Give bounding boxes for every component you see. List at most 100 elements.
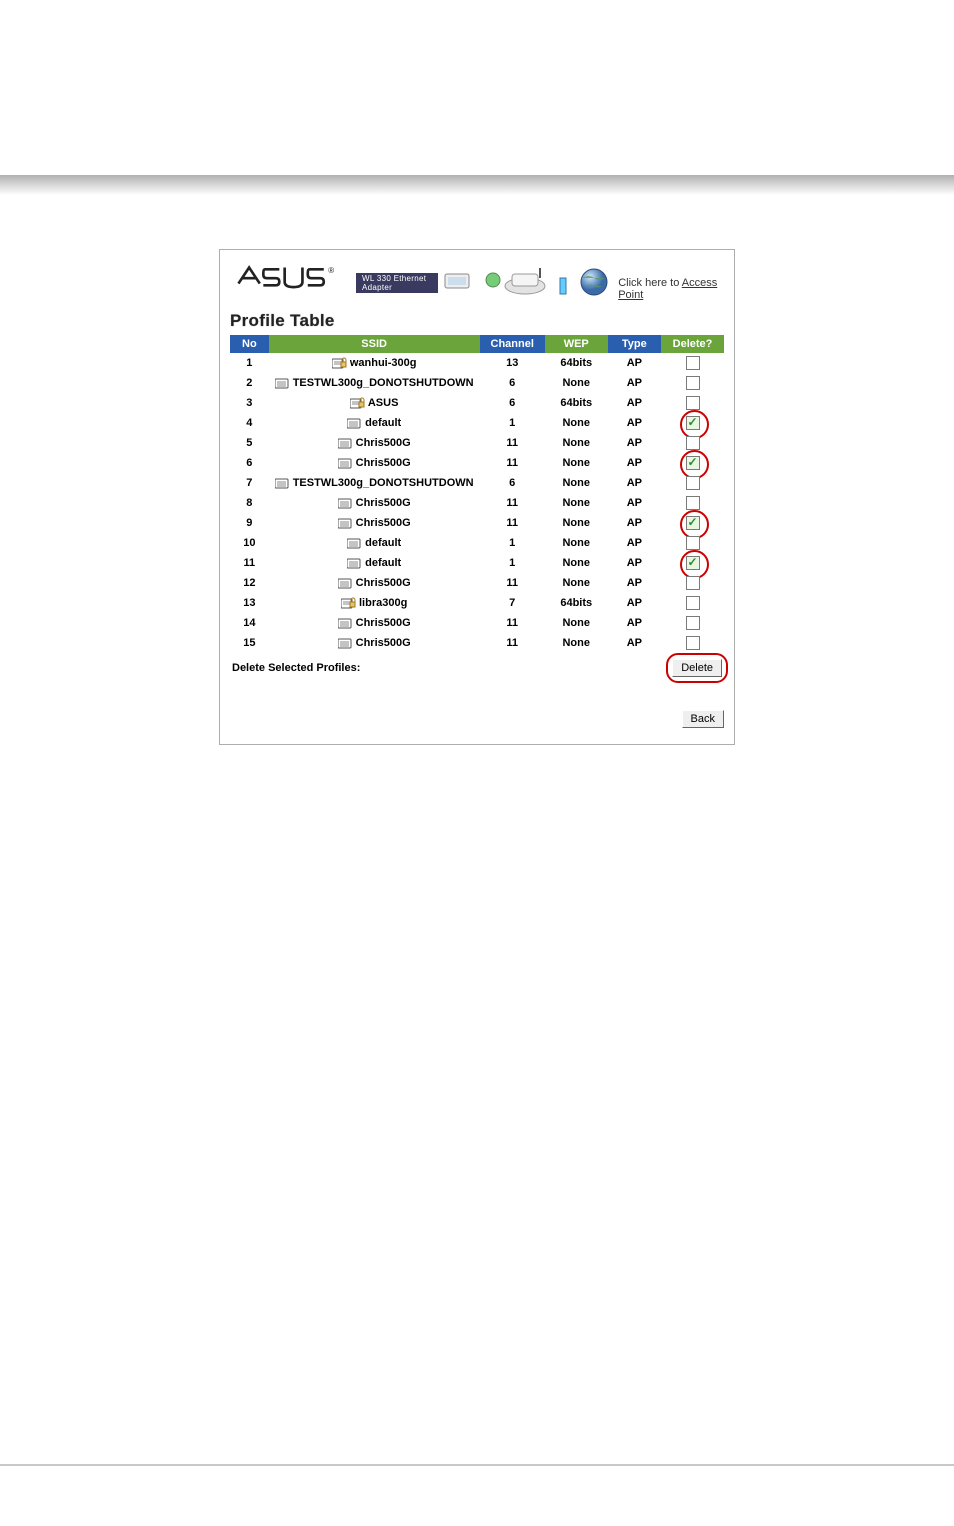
- row-wep: None: [545, 573, 608, 593]
- adapter-device-icon: [444, 266, 478, 299]
- delete-checkbox[interactable]: [686, 416, 700, 430]
- delete-checkbox[interactable]: [686, 576, 700, 590]
- row-no: 1: [230, 353, 269, 373]
- row-ssid[interactable]: TESTWL300g_DONOTSHUTDOWN: [269, 373, 480, 393]
- delete-checkbox[interactable]: [686, 356, 700, 370]
- col-type: Type: [608, 335, 661, 353]
- ap-link-prefix: Click here to: [618, 277, 682, 289]
- network-open-icon: [338, 497, 353, 509]
- row-wep: None: [545, 473, 608, 493]
- row-no: 8: [230, 493, 269, 513]
- delete-profiles-row: Delete Selected Profiles: Delete: [230, 653, 724, 679]
- profile-window: ® WL 330 Ethernet Adapter: [219, 249, 735, 745]
- row-delete-cell: [661, 453, 724, 473]
- row-type: AP: [608, 393, 661, 413]
- table-row: 2TESTWL300g_DONOTSHUTDOWN6NoneAP: [230, 373, 724, 393]
- row-no: 11: [230, 553, 269, 573]
- row-wep: 64bits: [545, 353, 608, 373]
- row-ssid[interactable]: Chris500G: [269, 493, 480, 513]
- row-no: 15: [230, 633, 269, 653]
- row-ssid[interactable]: libra300g: [269, 593, 480, 613]
- row-channel: 11: [480, 613, 545, 633]
- table-row: 13libra300g764bitsAP: [230, 593, 724, 613]
- row-type: AP: [608, 353, 661, 373]
- profile-table: No SSID Channel WEP Type Delete? 1wanhui…: [230, 335, 724, 653]
- row-wep: None: [545, 553, 608, 573]
- delete-checkbox[interactable]: [686, 496, 700, 510]
- row-channel: 1: [480, 553, 545, 573]
- row-ssid[interactable]: default: [269, 413, 480, 433]
- network-locked-icon: [350, 397, 365, 409]
- row-channel: 11: [480, 633, 545, 653]
- row-no: 4: [230, 413, 269, 433]
- delete-checkbox[interactable]: [686, 596, 700, 610]
- row-ssid[interactable]: Chris500G: [269, 573, 480, 593]
- row-ssid[interactable]: Chris500G: [269, 513, 480, 533]
- row-ssid[interactable]: default: [269, 533, 480, 553]
- network-open-icon: [338, 637, 353, 649]
- delete-button[interactable]: Delete: [672, 659, 722, 677]
- network-open-icon: [338, 617, 353, 629]
- row-wep: None: [545, 533, 608, 553]
- network-locked-icon: [332, 357, 347, 369]
- access-point-link-block: Click here to Access Point: [502, 264, 724, 301]
- row-ssid[interactable]: ASUS: [269, 393, 480, 413]
- row-channel: 7: [480, 593, 545, 613]
- network-open-icon: [275, 377, 290, 389]
- row-no: 7: [230, 473, 269, 493]
- led-green-icon: [484, 271, 502, 294]
- table-row: 6Chris500G11NoneAP: [230, 453, 724, 473]
- network-open-icon: [347, 557, 362, 569]
- row-channel: 1: [480, 533, 545, 553]
- row-ssid[interactable]: Chris500G: [269, 633, 480, 653]
- table-row: 5Chris500G11NoneAP: [230, 433, 724, 453]
- row-no: 5: [230, 433, 269, 453]
- row-ssid[interactable]: Chris500G: [269, 453, 480, 473]
- delete-checkbox[interactable]: [686, 376, 700, 390]
- delete-checkbox[interactable]: [686, 396, 700, 410]
- row-type: AP: [608, 493, 661, 513]
- row-ssid[interactable]: TESTWL300g_DONOTSHUTDOWN: [269, 473, 480, 493]
- network-open-icon: [338, 457, 353, 469]
- table-row: 11default1NoneAP: [230, 553, 724, 573]
- row-delete-cell: [661, 413, 724, 433]
- delete-checkbox[interactable]: [686, 556, 700, 570]
- row-delete-cell: [661, 373, 724, 393]
- row-type: AP: [608, 433, 661, 453]
- delete-checkbox[interactable]: [686, 616, 700, 630]
- row-ssid[interactable]: Chris500G: [269, 613, 480, 633]
- delete-checkbox[interactable]: [686, 456, 700, 470]
- row-wep: None: [545, 433, 608, 453]
- col-no: No: [230, 335, 269, 353]
- delete-checkbox[interactable]: [686, 436, 700, 450]
- row-no: 2: [230, 373, 269, 393]
- row-ssid[interactable]: Chris500G: [269, 433, 480, 453]
- network-open-icon: [338, 437, 353, 449]
- back-button[interactable]: Back: [682, 710, 724, 728]
- delete-checkbox[interactable]: [686, 636, 700, 650]
- row-channel: 11: [480, 493, 545, 513]
- table-row: 12Chris500G11NoneAP: [230, 573, 724, 593]
- row-delete-cell: [661, 353, 724, 373]
- profile-table-header-row: No SSID Channel WEP Type Delete?: [230, 335, 724, 353]
- delete-checkbox[interactable]: [686, 476, 700, 490]
- row-delete-cell: [661, 493, 724, 513]
- row-no: 9: [230, 513, 269, 533]
- page-footer-rule: [0, 1464, 954, 1466]
- row-channel: 11: [480, 513, 545, 533]
- row-delete-cell: [661, 433, 724, 453]
- col-delete: Delete?: [661, 335, 724, 353]
- delete-checkbox[interactable]: [686, 516, 700, 530]
- row-wep: None: [545, 633, 608, 653]
- delete-checkbox[interactable]: [686, 536, 700, 550]
- row-channel: 6: [480, 373, 545, 393]
- col-wep: WEP: [545, 335, 608, 353]
- row-channel: 11: [480, 453, 545, 473]
- row-ssid[interactable]: wanhui-300g: [269, 353, 480, 373]
- row-no: 6: [230, 453, 269, 473]
- row-type: AP: [608, 513, 661, 533]
- row-type: AP: [608, 533, 661, 553]
- row-delete-cell: [661, 613, 724, 633]
- product-model-label: WL 330 Ethernet Adapter: [356, 273, 438, 293]
- row-ssid[interactable]: default: [269, 553, 480, 573]
